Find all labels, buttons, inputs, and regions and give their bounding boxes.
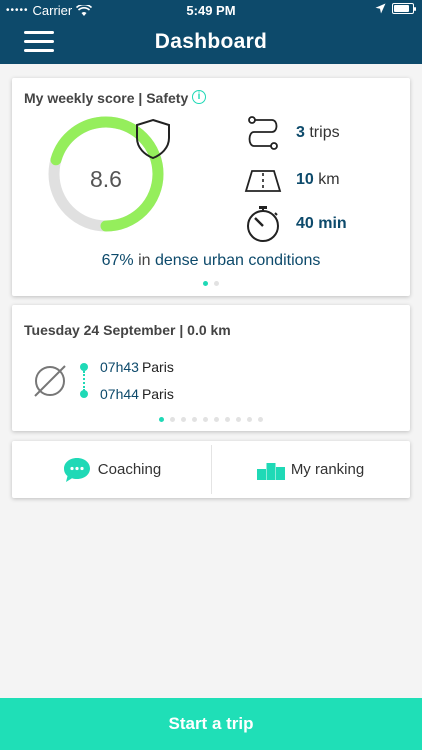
battery-icon: [392, 3, 416, 14]
pager-dot[interactable]: [258, 417, 263, 422]
location-arrow-icon: [375, 3, 386, 14]
trip-card[interactable]: Tuesday 24 September | 0.0 km 07h43 Paris…: [12, 305, 410, 431]
pager-dot[interactable]: [247, 417, 252, 422]
urban-label: dense urban conditions: [154, 252, 321, 269]
shield-icon: [136, 118, 170, 160]
pager-dot[interactable]: [203, 417, 208, 422]
trips-text: 3 trips: [296, 124, 340, 142]
pager-dot[interactable]: [181, 417, 186, 422]
distance-unit: km: [318, 171, 340, 188]
chat-bubble-icon: [63, 457, 90, 482]
start-time: 07h43: [100, 359, 139, 375]
start-point-dot: [80, 363, 88, 371]
coaching-button[interactable]: Coaching: [12, 441, 211, 498]
weekly-score-card[interactable]: My weekly score | Safety i 8.6 3 trips 1…: [12, 78, 410, 296]
ranking-button[interactable]: My ranking: [211, 441, 410, 498]
app-header: ••••• Carrier 5:49 PM Dashboard: [0, 0, 422, 64]
end-time: 07h44: [100, 386, 139, 402]
status-right: [375, 3, 416, 14]
pager-dot[interactable]: [214, 417, 219, 422]
podium-icon: [256, 462, 285, 480]
score-value: 8.6: [90, 166, 122, 192]
page-title: Dashboard: [154, 30, 268, 53]
route-icon: [248, 116, 278, 150]
duration-value: 40: [296, 215, 314, 232]
score-pager[interactable]: [12, 281, 410, 286]
info-icon[interactable]: i: [192, 90, 206, 104]
stat-distance: 10 km: [244, 161, 340, 199]
pager-dot[interactable]: [159, 417, 164, 422]
pager-dot[interactable]: [214, 281, 219, 286]
distance-value: 10: [296, 171, 314, 188]
stat-duration: 40 min: [244, 205, 347, 243]
distance-text: 10 km: [296, 171, 340, 189]
trip-pager[interactable]: [12, 417, 410, 422]
pager-dot[interactable]: [192, 417, 197, 422]
duration-unit: min: [318, 215, 347, 232]
ranking-label: My ranking: [290, 461, 365, 478]
urban-conditions: 67% in dense urban conditions: [12, 252, 410, 270]
stat-trips: 3 trips: [244, 114, 340, 152]
trip-start: 07h43 Paris: [100, 359, 174, 375]
end-city: Paris: [141, 386, 174, 402]
timeline-line: [83, 371, 85, 391]
trips-count: 3: [296, 124, 305, 141]
pager-dot[interactable]: [170, 417, 175, 422]
trips-unit: trips: [309, 124, 340, 141]
status-bar: ••••• Carrier 5:49 PM: [0, 0, 422, 20]
urban-connector: in: [138, 252, 151, 269]
coaching-label: Coaching: [97, 461, 162, 478]
urban-percent: 67%: [101, 252, 134, 269]
battery-level: [394, 5, 410, 12]
no-data-icon: [34, 365, 66, 397]
pager-dot[interactable]: [203, 281, 208, 286]
end-point-dot: [80, 390, 88, 398]
pager-dot[interactable]: [236, 417, 241, 422]
road-icon: [244, 170, 282, 192]
pager-dot[interactable]: [225, 417, 230, 422]
start-city: Paris: [141, 359, 174, 375]
duration-text: 40 min: [296, 215, 347, 233]
start-trip-button[interactable]: Start a trip: [0, 698, 422, 750]
actions-card: Coaching My ranking: [12, 441, 410, 498]
score-card-title: My weekly score | Safety: [24, 90, 189, 106]
stopwatch-icon: [247, 206, 279, 242]
status-time: 5:49 PM: [186, 3, 236, 18]
trip-title: Tuesday 24 September | 0.0 km: [24, 322, 231, 338]
trip-end: 07h44 Paris: [100, 386, 174, 402]
